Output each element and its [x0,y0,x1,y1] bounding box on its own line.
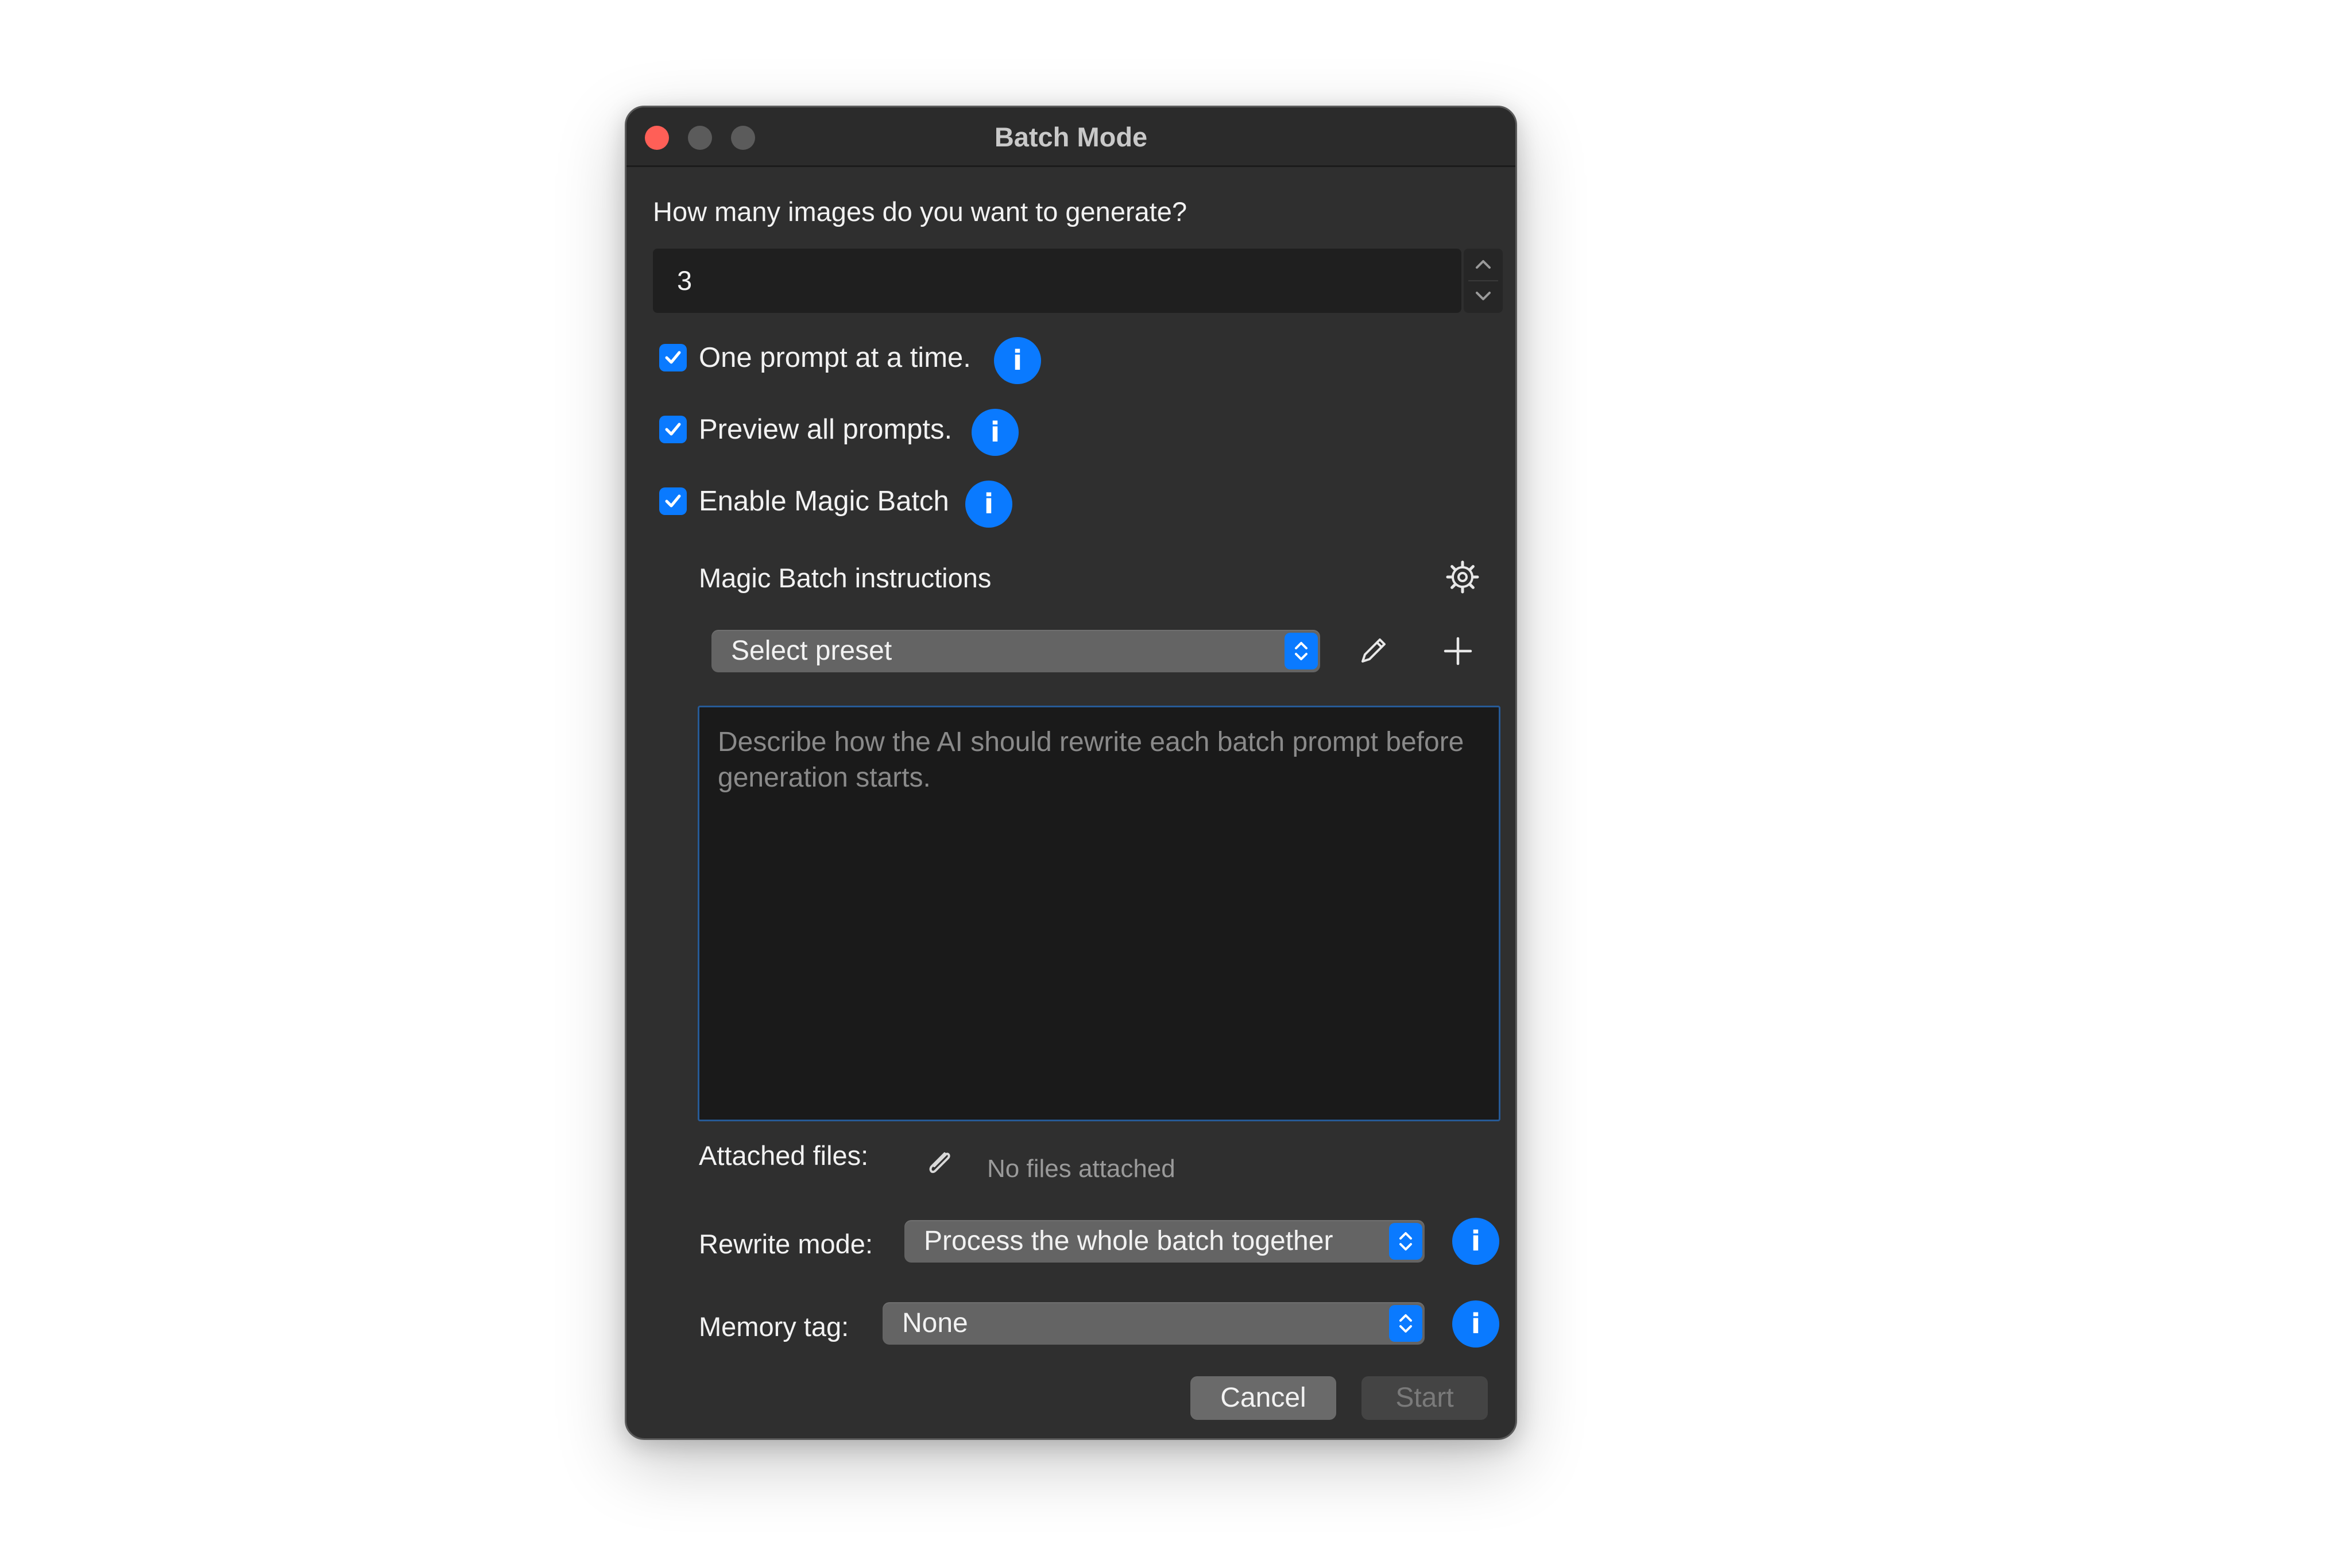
attached-files-status: No files attached [987,1155,1175,1183]
stepper-down-icon[interactable] [1475,289,1492,304]
one-prompt-checkbox[interactable] [659,344,687,371]
rewrite-mode-value: Process the whole batch together [924,1226,1333,1256]
pencil-icon[interactable] [1350,628,1396,674]
magic-batch-label: Enable Magic Batch [699,486,949,517]
attached-files-label: Attached files: [699,1140,869,1171]
one-prompt-info-icon[interactable]: i [994,337,1041,384]
magic-batch-info-icon[interactable]: i [965,481,1012,528]
magic-batch-checkbox[interactable] [659,487,687,515]
memory-tag-label: Memory tag: [699,1311,849,1342]
stepper-up-icon[interactable] [1475,257,1492,272]
checkmark-icon [665,423,681,436]
preview-prompts-checkbox[interactable] [659,416,687,443]
cancel-button[interactable]: Cancel [1190,1376,1336,1420]
start-button[interactable]: Start [1361,1376,1488,1420]
one-prompt-label: One prompt at a time. [699,342,971,373]
checkmark-icon [665,351,681,364]
window-title: Batch Mode [994,122,1148,152]
preview-prompts-label: Preview all prompts. [699,414,953,445]
instructions-placeholder: Describe how the AI should rewrite each … [718,727,1464,793]
rewrite-mode-label: Rewrite mode: [699,1229,873,1259]
batch-mode-dialog: Batch Mode How many images do you want t… [625,106,1517,1440]
chevron-updown-icon [1389,1305,1422,1342]
memory-tag-select[interactable]: None [883,1302,1425,1345]
rewrite-mode-info-icon[interactable]: i [1452,1218,1499,1265]
preset-select[interactable]: Select preset [711,630,1320,672]
checkmark-icon [665,494,681,508]
title-bar: Batch Mode [626,107,1515,167]
paperclip-icon[interactable] [917,1141,963,1187]
memory-tag-info-icon[interactable]: i [1452,1300,1499,1348]
image-count-stepper [1464,249,1503,313]
image-count-input[interactable]: 3 [653,249,1461,313]
image-count-question: How many images do you want to generate? [653,196,1187,227]
magic-batch-instructions-input[interactable]: Describe how the AI should rewrite each … [698,706,1500,1121]
rewrite-mode-select[interactable]: Process the whole batch together [904,1220,1425,1263]
image-count-value: 3 [677,265,693,296]
memory-tag-value: None [902,1308,968,1338]
preset-select-value: Select preset [731,636,892,666]
plus-icon[interactable] [1435,628,1481,674]
magic-batch-heading: Magic Batch instructions [699,563,992,593]
gear-icon[interactable] [1440,554,1486,600]
preview-prompts-info-icon[interactable]: i [972,409,1019,456]
chevron-updown-icon [1285,633,1318,669]
chevron-updown-icon [1389,1223,1422,1260]
